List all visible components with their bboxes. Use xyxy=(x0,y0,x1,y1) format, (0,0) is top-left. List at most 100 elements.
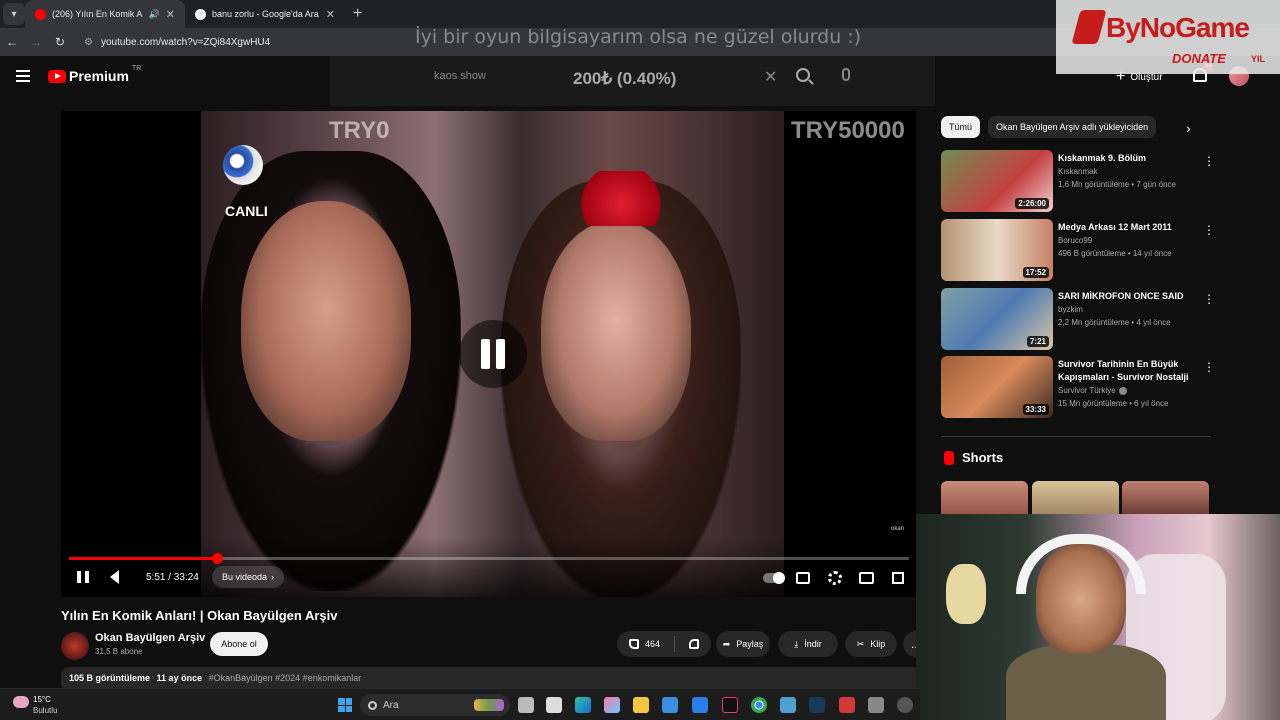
chrome-icon[interactable] xyxy=(751,697,767,713)
autoplay-toggle[interactable] xyxy=(763,572,785,584)
recommendation-title[interactable]: Kıskanmak 9. Bölüm xyxy=(1058,152,1198,165)
microphone-icon[interactable] xyxy=(842,68,850,81)
hashtags[interactable]: #OkanBayülgen #2024 #enkomikanlar xyxy=(209,673,362,683)
clear-search-icon[interactable]: ✕ xyxy=(764,67,777,87)
subscribe-button[interactable]: Abone ol xyxy=(210,632,268,656)
app-icon[interactable] xyxy=(839,697,855,713)
recommendation-channel[interactable]: Boruco99 xyxy=(1058,236,1092,245)
subscriber-count: 31,5 B abone xyxy=(95,647,143,656)
chip-all[interactable]: Tümü xyxy=(941,116,981,138)
tab-youtube[interactable]: (206) Yılın En Komik Anları! 🔊 ✕ xyxy=(25,0,185,28)
fullscreen-icon[interactable] xyxy=(892,572,904,584)
tab-search-button[interactable]: ▾ xyxy=(3,3,25,25)
weather-icon[interactable] xyxy=(13,696,29,708)
share-button[interactable]: ➦ Paylaş xyxy=(716,631,770,657)
start-menu-icon[interactable] xyxy=(338,698,352,712)
recommendation-title[interactable]: Survivor Tarihinin En Büyük Kapışmaları … xyxy=(1058,358,1198,384)
theater-mode-icon[interactable] xyxy=(859,572,874,584)
tf-app-icon[interactable] xyxy=(546,697,562,713)
duration-badge: 2:26:00 xyxy=(1015,198,1049,209)
search-bar[interactable]: kaos show 200₺ (0.40%) ✕ xyxy=(330,56,935,106)
new-tab-icon[interactable]: + xyxy=(353,5,362,23)
video-thumbnail[interactable]: 17:52 xyxy=(941,219,1053,281)
back-icon[interactable]: ← xyxy=(0,35,24,49)
like-dislike-group: 464 xyxy=(617,631,711,657)
pause-icon[interactable] xyxy=(77,571,89,583)
recommendation-item[interactable]: 2:26:00 Kıskanmak 9. Bölüm Kıskanmak 1,6… xyxy=(941,150,1215,214)
app-icon[interactable] xyxy=(897,697,913,713)
recommendation-item[interactable]: 17:52 Medya Arkası 12 Mart 2011 Boruco99… xyxy=(941,219,1215,283)
duration-badge: 7:21 xyxy=(1026,336,1049,347)
controls-shade xyxy=(61,537,916,597)
search-icon[interactable] xyxy=(796,68,810,82)
volume-icon[interactable] xyxy=(110,570,119,584)
recommendation-channel[interactable]: Kıskanmak xyxy=(1058,167,1098,176)
settings-gear-icon[interactable] xyxy=(828,571,842,585)
chip-from-uploader[interactable]: Okan Bayülgen Arşiv adlı yükleyiciden xyxy=(988,116,1157,138)
tiktok-icon[interactable] xyxy=(722,697,738,713)
edge-icon[interactable] xyxy=(575,697,591,713)
taskbar-search[interactable]: Ara xyxy=(360,694,510,716)
channel-text: Survivor Türkiye xyxy=(1058,386,1116,395)
video-thumbnail[interactable]: 2:26:00 xyxy=(941,150,1053,212)
recommendation-title[interactable]: SARI MİKROFON ONCE SAID xyxy=(1058,290,1198,303)
tab-title: banu zorlu - Google'da Ara xyxy=(212,9,319,19)
divider xyxy=(941,436,1211,437)
copilot-icon[interactable] xyxy=(604,697,620,713)
app-icon[interactable] xyxy=(868,697,884,713)
streamer-body xyxy=(1006,644,1166,720)
recommendation-title[interactable]: Medya Arkası 12 Mart 2011 xyxy=(1058,221,1198,234)
goal-start: TRY0 xyxy=(329,117,390,144)
thumbs-down-icon[interactable] xyxy=(689,639,700,649)
menu-icon[interactable] xyxy=(16,70,30,82)
clip-button[interactable]: ✂ Klip xyxy=(845,631,897,657)
like-count[interactable]: 464 xyxy=(645,639,660,649)
more-options-icon[interactable]: ⋮ xyxy=(1203,154,1215,168)
file-explorer-icon[interactable] xyxy=(633,697,649,713)
reload-icon[interactable]: ↻ xyxy=(48,35,72,49)
yil-label: YIL xyxy=(1251,54,1266,64)
youtube-logo[interactable]: Premium TR xyxy=(48,65,141,84)
site-info-icon[interactable]: ⚙ xyxy=(84,37,93,48)
logo-text: Premium xyxy=(69,68,129,84)
pause-overlay-icon[interactable] xyxy=(459,320,527,388)
scissors-icon: ✂ xyxy=(856,638,865,649)
task-view-icon[interactable] xyxy=(518,697,534,713)
recommendation-item[interactable]: 7:21 SARI MİKROFON ONCE SAID byzkim 2,2 … xyxy=(941,288,1215,352)
weather-description[interactable]: Bulutlu xyxy=(33,706,57,715)
weather-temperature[interactable]: 15°C xyxy=(33,695,51,704)
forward-icon[interactable]: → xyxy=(24,35,48,49)
video-thumbnail[interactable]: 33:33 xyxy=(941,356,1053,418)
download-button[interactable]: ⤓ İndir xyxy=(778,631,838,657)
speaker-icon[interactable]: 🔊 xyxy=(149,9,160,20)
close-tab-icon[interactable]: ✕ xyxy=(326,8,335,21)
recommendation-channel[interactable]: byzkim xyxy=(1058,305,1083,314)
scrubber-handle[interactable] xyxy=(211,553,223,564)
duration-badge: 17:52 xyxy=(1022,267,1049,278)
app-icon[interactable] xyxy=(780,697,796,713)
store-icon[interactable] xyxy=(662,697,678,713)
recommendation-channel[interactable]: Survivor Türkiye xyxy=(1058,386,1127,395)
channel-avatar[interactable] xyxy=(61,632,89,660)
recommendation-item[interactable]: 33:33 Survivor Tarihinin En Büyük Kapışm… xyxy=(941,356,1215,420)
taskbar-search-label: Ara xyxy=(383,699,399,711)
duration-badge: 33:33 xyxy=(1022,404,1049,415)
video-player[interactable]: CANLI TRY0 TRY50000 okan 5:51 / 33:24 Bu… xyxy=(61,111,916,597)
tab-google[interactable]: banu zorlu - Google'da Ara ✕ xyxy=(185,0,345,28)
search-input[interactable]: kaos show xyxy=(434,70,486,82)
more-options-icon[interactable]: ⋮ xyxy=(1203,292,1215,306)
more-options-icon[interactable]: ⋮ xyxy=(1203,223,1215,237)
app-icon[interactable] xyxy=(692,697,708,713)
steam-icon[interactable] xyxy=(809,697,825,713)
more-options-icon[interactable]: ⋮ xyxy=(1203,360,1215,374)
channel-name[interactable]: Okan Bayülgen Arşiv xyxy=(95,632,205,644)
chapter-button[interactable]: Bu videoda › xyxy=(212,566,285,588)
video-thumbnail[interactable]: 7:21 xyxy=(941,288,1053,350)
close-tab-icon[interactable]: ✕ xyxy=(166,8,175,21)
youtube-favicon-icon xyxy=(35,8,46,20)
video-title: Yılın En Komik Anları! | Okan Bayülgen A… xyxy=(61,608,338,623)
thumbs-up-icon[interactable] xyxy=(628,639,639,649)
subtitles-icon[interactable] xyxy=(796,572,810,584)
progress-bar[interactable] xyxy=(69,553,909,564)
chevron-right-icon[interactable]: › xyxy=(1186,120,1191,136)
